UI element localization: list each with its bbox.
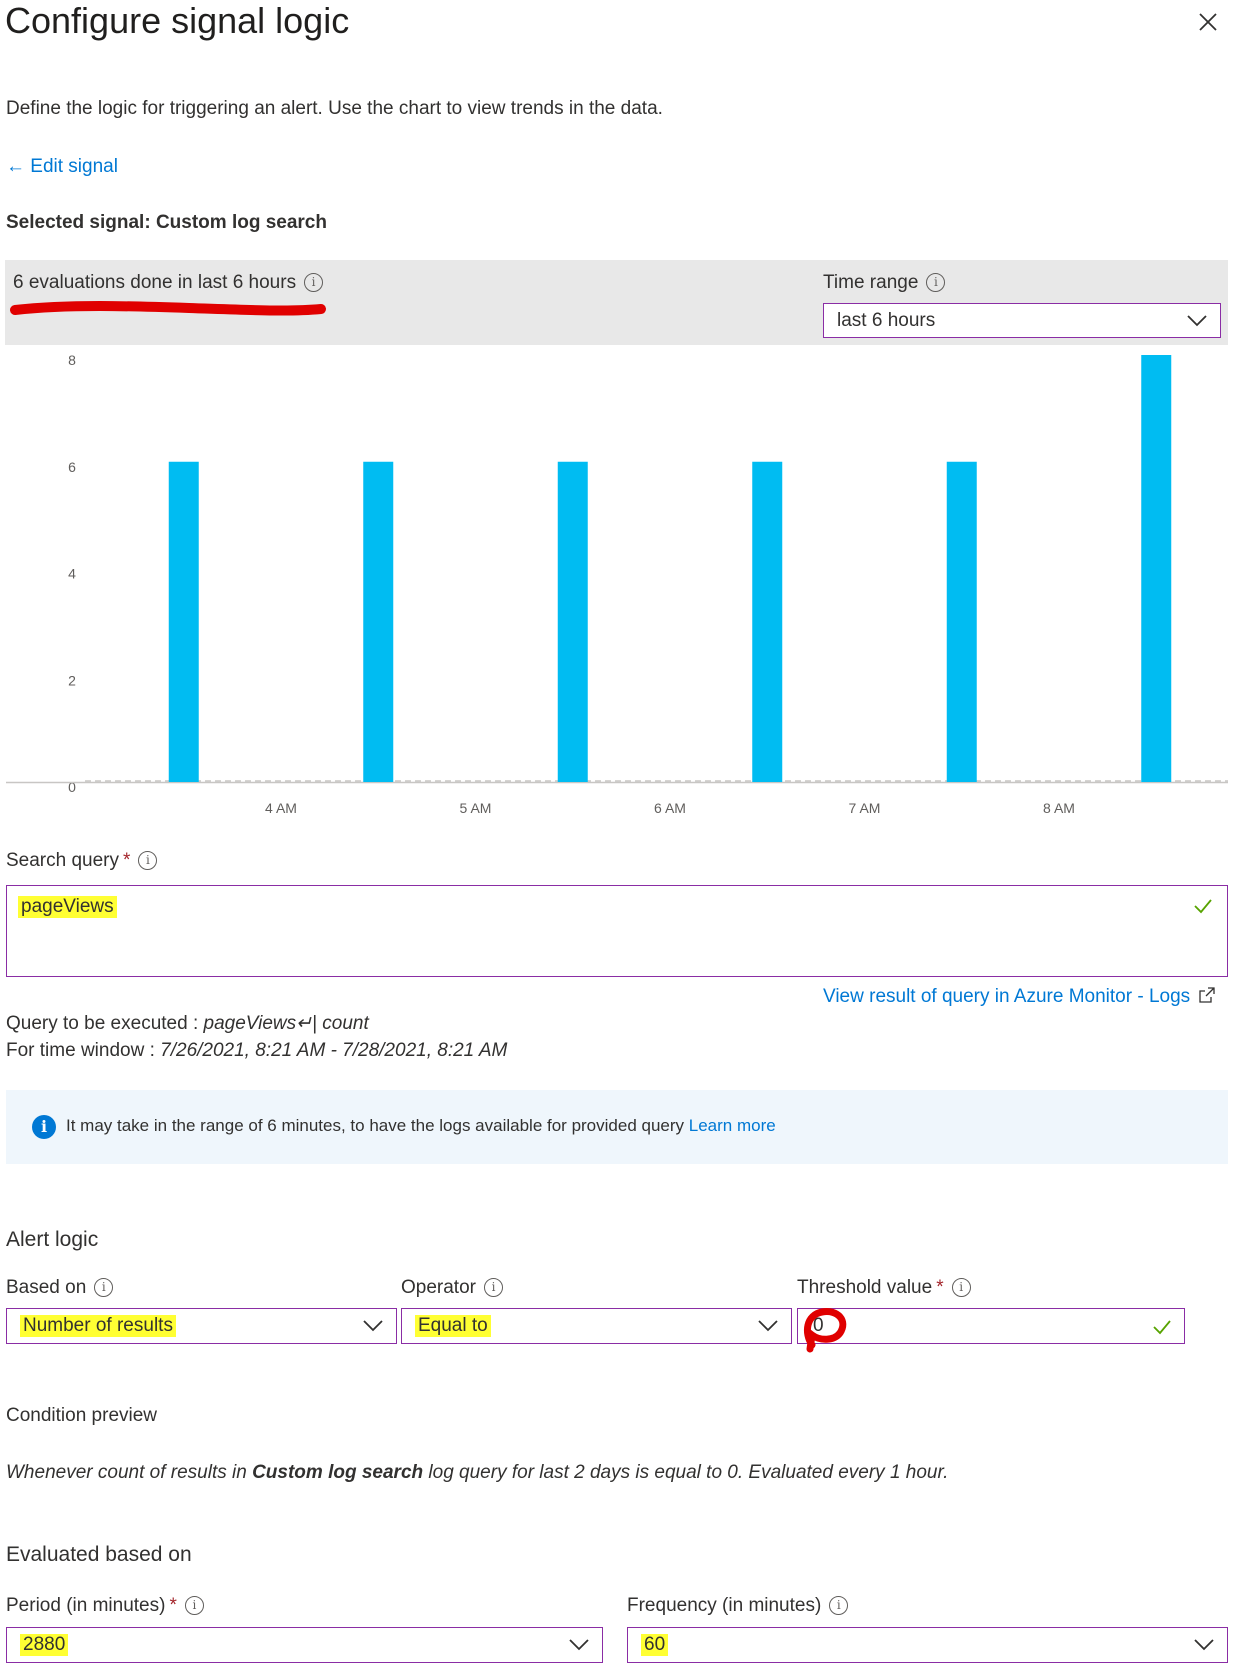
condition-signal-name: Custom log search [252,1462,424,1483]
operator-label-text: Operator [401,1277,476,1298]
search-query-label-text: Search query [6,850,120,871]
query-executed-value: pageViews↵| count [203,1013,369,1034]
time-range-label: Time range i [823,272,946,294]
x-tick-label: 4 AM [265,800,297,816]
info-circle-icon: i [32,1115,56,1139]
period-dropdown[interactable]: 2880 [6,1627,603,1663]
learn-more-link[interactable]: Learn more [689,1116,776,1135]
info-icon[interactable]: i [94,1278,114,1298]
y-tick-label: 6 [68,459,76,475]
frequency-label: Frequency (in minutes) i [627,1595,849,1617]
chart-bar[interactable] [168,461,199,782]
operator-label: Operator i [401,1277,503,1299]
required-marker: * [169,1595,177,1616]
required-marker: * [123,850,131,871]
based-on-label: Based on i [6,1277,114,1299]
time-range-dropdown[interactable]: last 6 hours [823,303,1221,338]
time-window-line: For time window : 7/26/2021, 8:21 AM - 7… [6,1037,507,1064]
chart-bar[interactable] [752,461,783,782]
based-on-value: Number of results [20,1315,176,1337]
evaluations-summary: 6 evaluations done in last 6 hours i [13,272,324,294]
frequency-value: 60 [641,1634,669,1656]
period-label: Period (in minutes) * i [6,1595,204,1617]
chart-bar[interactable] [363,461,394,782]
y-tick-label: 0 [68,779,76,795]
time-range-label-text: Time range [823,272,919,293]
frequency-label-text: Frequency (in minutes) [627,1595,822,1616]
red-circle-annotation [803,1308,847,1353]
chart-header: 6 evaluations done in last 6 hours i Time… [5,260,1228,345]
query-executed-label: Query to be executed : [6,1013,204,1034]
search-query-input[interactable]: pageViews [6,885,1228,977]
chevron-down-icon [1194,1639,1214,1651]
banner-message: It may take in the range of 6 minutes, t… [66,1116,776,1136]
info-banner: i It may take in the range of 6 minutes,… [6,1090,1228,1164]
view-result-text: View result of query in Azure Monitor - … [823,986,1191,1007]
evaluations-text: 6 evaluations done in last 6 hours [13,272,297,293]
alert-logic-title: Alert logic [6,1228,99,1251]
query-execution-info: Query to be executed : pageViews↵| count… [6,1010,507,1064]
operator-value: Equal to [415,1315,491,1337]
x-tick-label: 6 AM [654,800,686,816]
query-executed-line: Query to be executed : pageViews↵| count [6,1010,507,1037]
external-link-icon [1199,987,1216,1003]
bar-chart: 0 2 4 6 8 4 AM 5 AM 6 AM 7 AM 8 AM [6,352,1228,816]
info-icon[interactable]: i [951,1278,971,1298]
selected-signal: Selected signal: Custom log search [6,212,327,233]
chevron-down-icon [569,1639,589,1651]
edit-signal-link[interactable]: ← Edit signal [6,156,118,178]
threshold-label: Threshold value * i [797,1277,971,1299]
x-tick-label: 5 AM [460,800,492,816]
search-query-label: Search query * i [6,850,158,872]
based-on-label-text: Based on [6,1277,87,1298]
condition-text-before: Whenever count of results in [6,1462,253,1483]
based-on-dropdown[interactable]: Number of results [6,1308,397,1344]
chevron-down-icon [363,1320,383,1332]
view-result-link[interactable]: View result of query in Azure Monitor - … [823,986,1216,1008]
chevron-down-icon [1187,314,1207,326]
time-window-label: For time window : [6,1040,161,1061]
threshold-label-text: Threshold value [797,1277,933,1298]
close-icon[interactable] [1194,8,1222,36]
chart-bar[interactable] [1141,355,1172,782]
time-window-value: 7/26/2021, 8:21 AM - 7/28/2021, 8:21 AM [160,1040,508,1061]
required-marker: * [936,1277,944,1298]
chart-bar[interactable] [946,461,977,782]
y-tick-label: 8 [68,352,76,368]
info-icon[interactable]: i [138,851,158,871]
x-tick-label: 8 AM [1043,800,1075,816]
search-query-value: pageViews [18,896,117,918]
condition-text-after: log query for last 2 days is equal to 0.… [423,1462,949,1483]
operator-dropdown[interactable]: Equal to [401,1308,792,1344]
checkmark-icon [1153,1320,1171,1335]
threshold-input[interactable]: 0 [797,1308,1185,1344]
period-label-text: Period (in minutes) [6,1595,166,1616]
info-icon[interactable]: i [829,1596,849,1616]
chevron-down-icon [758,1320,778,1332]
banner-text: It may take in the range of 6 minutes, t… [66,1116,685,1135]
time-range-value: last 6 hours [837,309,936,331]
x-tick-label: 7 AM [849,800,881,816]
y-tick-label: 2 [68,672,76,688]
evaluated-based-on-title: Evaluated based on [6,1543,192,1566]
info-icon[interactable]: i [304,273,324,293]
info-icon[interactable]: i [184,1596,204,1616]
checkmark-icon [1194,899,1212,914]
panel-description: Define the logic for triggering an alert… [6,98,663,119]
info-icon[interactable]: i [926,273,946,293]
condition-preview-text: Whenever count of results in Custom log … [6,1462,948,1484]
chart-bar[interactable] [557,461,588,782]
red-underline-annotation [10,301,326,316]
panel-title: Configure signal logic [5,0,350,41]
frequency-dropdown[interactable]: 60 [627,1627,1228,1663]
info-icon[interactable]: i [483,1278,503,1298]
condition-preview-title: Condition preview [6,1405,158,1426]
period-value: 2880 [20,1634,69,1656]
y-tick-label: 4 [68,566,76,582]
